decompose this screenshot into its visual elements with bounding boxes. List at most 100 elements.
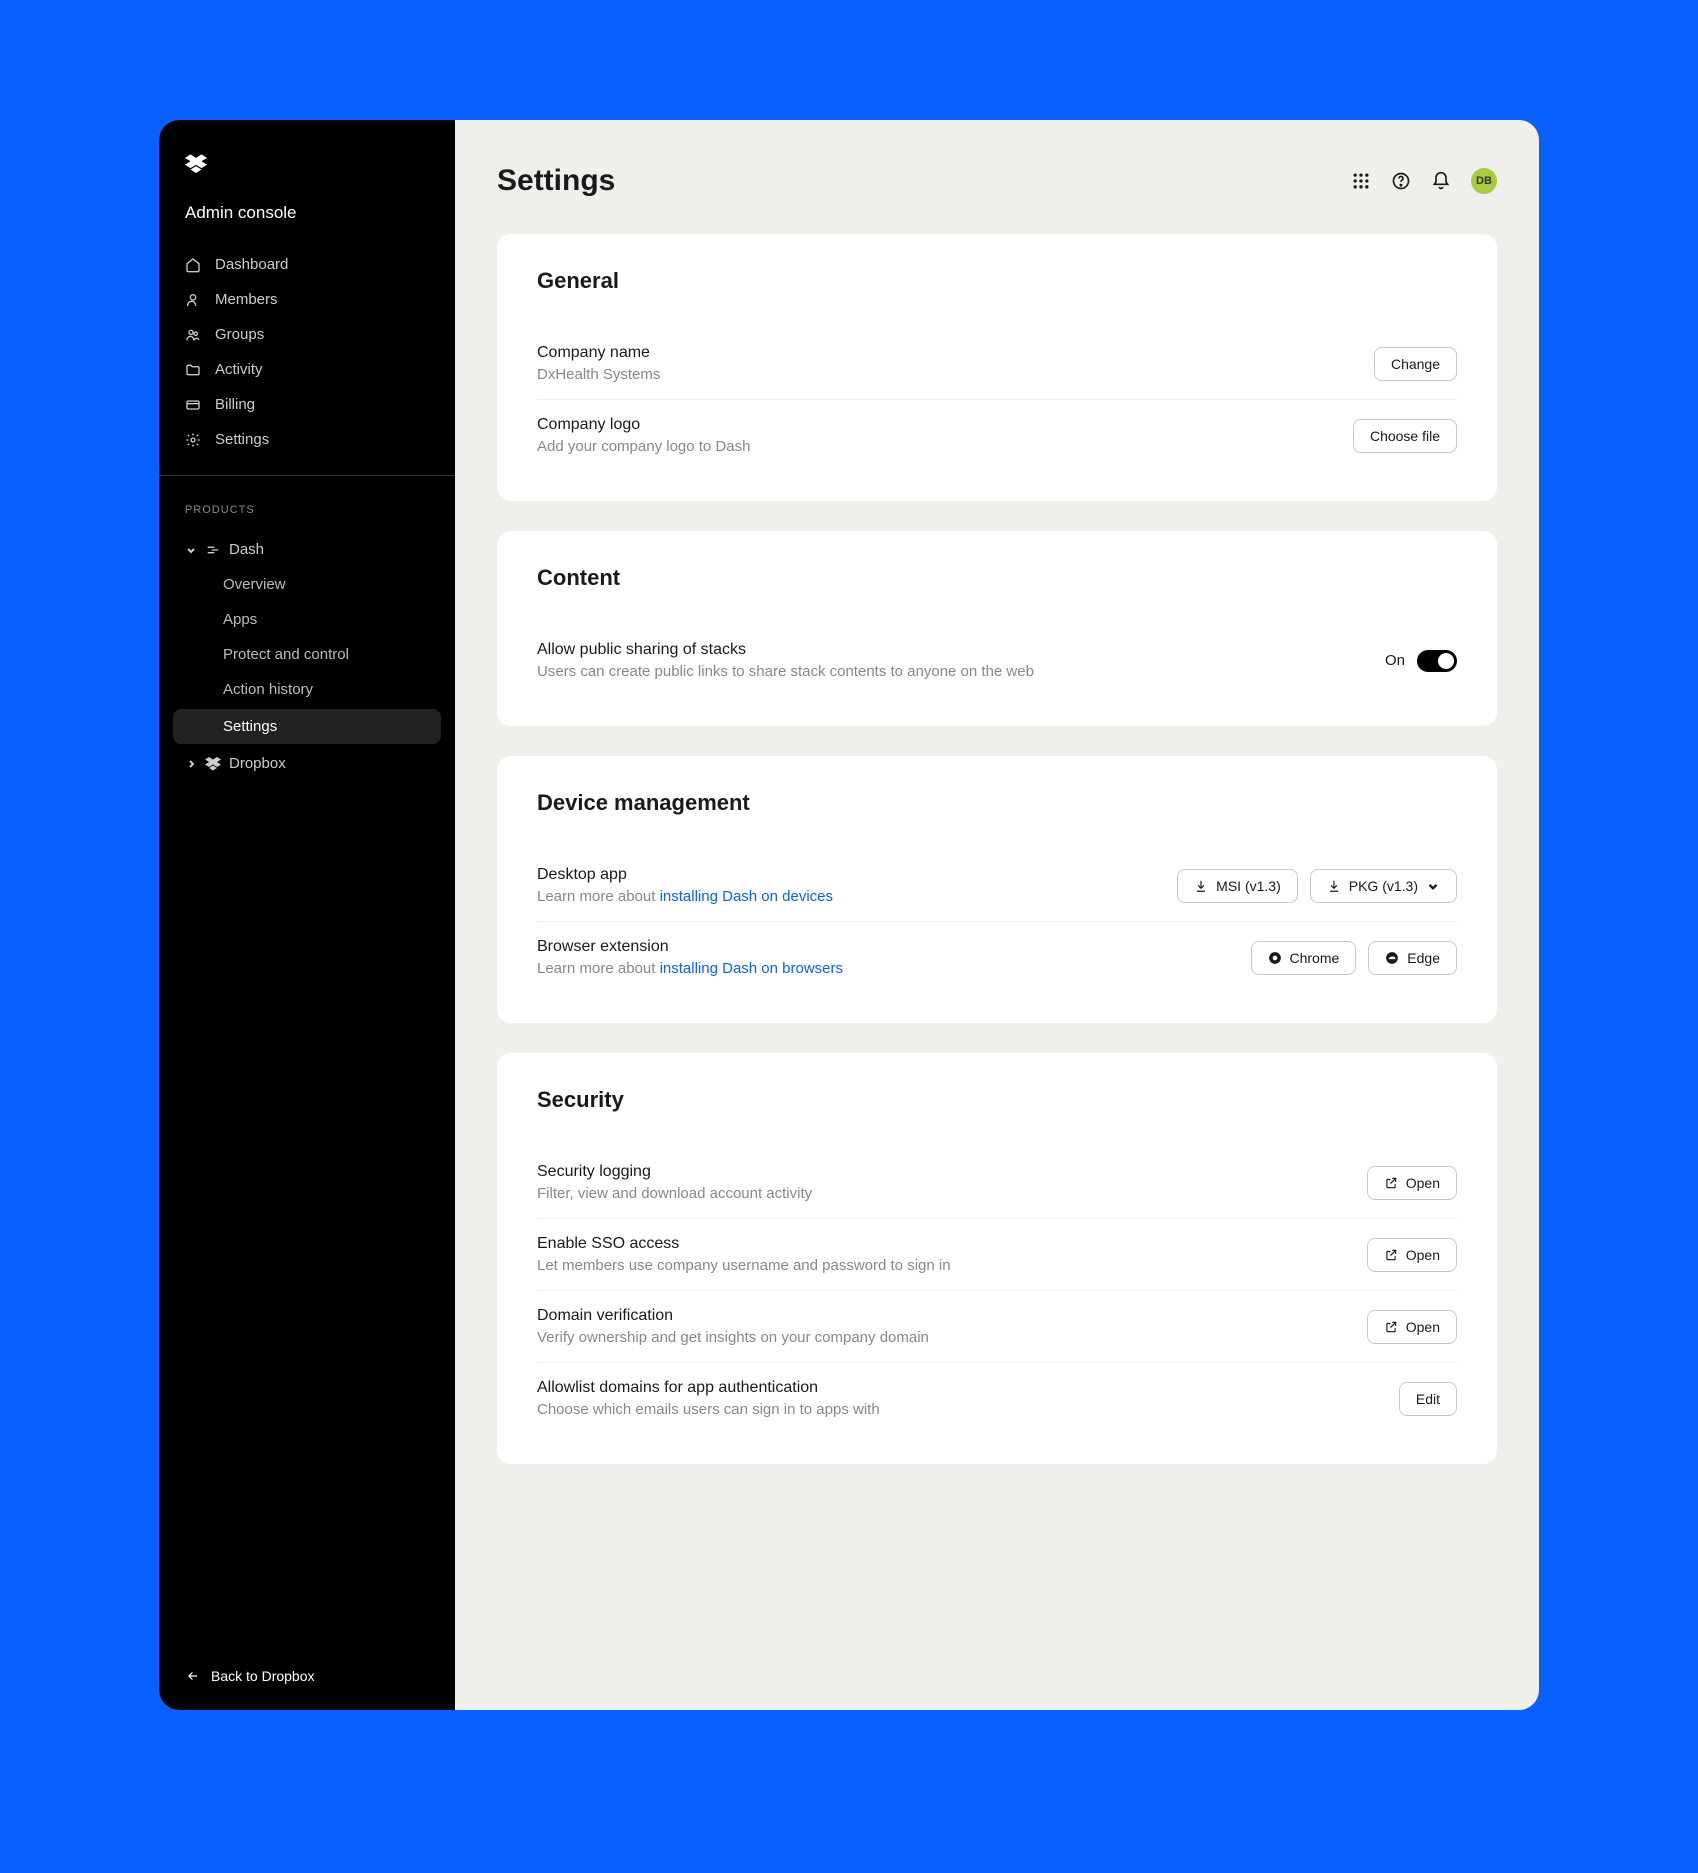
row-title: Desktop app <box>537 866 833 884</box>
chevron-down-icon <box>185 544 197 556</box>
btn-label: Chrome <box>1290 950 1340 966</box>
sidebar-item-settings[interactable]: Settings <box>159 422 455 457</box>
edit-allowlist-button[interactable]: Edit <box>1399 1382 1457 1416</box>
app-window: Admin console Dashboard Members Groups A… <box>159 120 1539 1710</box>
sidebar-item-dashboard[interactable]: Dashboard <box>159 247 455 282</box>
install-devices-link[interactable]: installing Dash on devices <box>660 888 833 905</box>
row-allowlist: Allowlist domains for app authentication… <box>537 1363 1457 1434</box>
download-pkg-button[interactable]: PKG (v1.3) <box>1310 869 1457 903</box>
topbar-actions: DB <box>1351 168 1497 194</box>
apps-grid-icon[interactable] <box>1351 171 1371 191</box>
row-desktop-app: Desktop app Learn more about installing … <box>537 850 1457 922</box>
desc-text: Learn more about <box>537 888 660 905</box>
row-desc: Filter, view and download account activi… <box>537 1185 812 1202</box>
sidebar-item-label: Dashboard <box>215 256 288 273</box>
row-desc: Learn more about installing Dash on brow… <box>537 960 843 977</box>
row-title: Enable SSO access <box>537 1235 951 1253</box>
sidebar-item-label: Members <box>215 291 278 308</box>
dash-sub-action-history[interactable]: Action history <box>159 672 455 707</box>
row-title: Company name <box>537 344 660 362</box>
sidebar-item-label: Activity <box>215 361 263 378</box>
external-icon <box>1384 1248 1398 1262</box>
card-heading: Device management <box>537 790 1457 816</box>
dropbox-icon <box>205 756 221 772</box>
products-heading: PRODUCTS <box>159 504 455 532</box>
chrome-button[interactable]: Chrome <box>1251 941 1357 975</box>
avatar[interactable]: DB <box>1471 168 1497 194</box>
topbar: Settings DB <box>455 120 1539 234</box>
back-to-dropbox[interactable]: Back to Dropbox <box>159 1668 455 1684</box>
gear-icon <box>185 432 201 448</box>
dash-sub-settings[interactable]: Settings <box>173 709 441 744</box>
row-public-sharing: Allow public sharing of stacks Users can… <box>537 625 1457 696</box>
download-icon <box>1194 879 1208 893</box>
row-security-logging: Security logging Filter, view and downlo… <box>537 1147 1457 1219</box>
row-browser-extension: Browser extension Learn more about insta… <box>537 922 1457 993</box>
row-title: Browser extension <box>537 938 843 956</box>
toggle-state-label: On <box>1385 652 1405 669</box>
choose-file-button[interactable]: Choose file <box>1353 419 1457 453</box>
dash-sub-protect[interactable]: Protect and control <box>159 637 455 672</box>
divider <box>159 475 455 476</box>
dropbox-logo-icon <box>159 154 455 189</box>
chevron-down-icon <box>1426 879 1440 893</box>
open-domain-button[interactable]: Open <box>1367 1310 1457 1344</box>
install-browsers-link[interactable]: installing Dash on browsers <box>660 960 843 977</box>
btn-label: Edge <box>1407 950 1440 966</box>
sidebar-item-label: Settings <box>215 431 269 448</box>
card-icon <box>185 397 201 413</box>
row-company-name: Company name DxHealth Systems Change <box>537 328 1457 400</box>
bell-icon[interactable] <box>1431 171 1451 191</box>
product-dash[interactable]: Dash <box>159 532 455 567</box>
content-area: General Company name DxHealth Systems Ch… <box>455 234 1539 1464</box>
external-icon <box>1384 1320 1398 1334</box>
change-button[interactable]: Change <box>1374 347 1457 381</box>
btn-label: MSI (v1.3) <box>1216 878 1281 894</box>
row-desc: Choose which emails users can sign in to… <box>537 1401 880 1418</box>
sidebar-item-label: Groups <box>215 326 264 343</box>
row-title: Domain verification <box>537 1307 929 1325</box>
dash-sub-apps[interactable]: Apps <box>159 602 455 637</box>
btn-label: PKG (v1.3) <box>1349 878 1418 894</box>
card-security: Security Security logging Filter, view a… <box>497 1053 1497 1464</box>
row-title: Allowlist domains for app authentication <box>537 1379 880 1397</box>
sidebar-item-groups[interactable]: Groups <box>159 317 455 352</box>
sidebar-item-billing[interactable]: Billing <box>159 387 455 422</box>
edge-button[interactable]: Edge <box>1368 941 1457 975</box>
main: Settings DB General Company name DxHealt… <box>455 120 1539 1710</box>
btn-label: Open <box>1406 1247 1440 1263</box>
download-icon <box>1327 879 1341 893</box>
card-heading: Content <box>537 565 1457 591</box>
dash-sub-overview[interactable]: Overview <box>159 567 455 602</box>
product-label: Dash <box>229 541 264 558</box>
card-content: Content Allow public sharing of stacks U… <box>497 531 1497 726</box>
row-desc: DxHealth Systems <box>537 366 660 383</box>
row-desc: Verify ownership and get insights on you… <box>537 1329 929 1346</box>
help-icon[interactable] <box>1391 171 1411 191</box>
chrome-icon <box>1268 951 1282 965</box>
sidebar-item-activity[interactable]: Activity <box>159 352 455 387</box>
back-label: Back to Dropbox <box>211 1668 315 1684</box>
sidebar-item-members[interactable]: Members <box>159 282 455 317</box>
arrow-left-icon <box>185 1669 201 1683</box>
sidebar-item-label: Billing <box>215 396 255 413</box>
btn-label: Open <box>1406 1175 1440 1191</box>
product-dropbox[interactable]: Dropbox <box>159 746 455 781</box>
person-icon <box>185 292 201 308</box>
row-sso: Enable SSO access Let members use compan… <box>537 1219 1457 1291</box>
row-company-logo: Company logo Add your company logo to Da… <box>537 400 1457 471</box>
product-label: Dropbox <box>229 755 286 772</box>
public-sharing-toggle[interactable] <box>1417 650 1457 672</box>
card-heading: General <box>537 268 1457 294</box>
download-msi-button[interactable]: MSI (v1.3) <box>1177 869 1298 903</box>
open-sso-button[interactable]: Open <box>1367 1238 1457 1272</box>
row-desc: Users can create public links to share s… <box>537 663 1034 680</box>
row-desc: Learn more about installing Dash on devi… <box>537 888 833 905</box>
edge-icon <box>1385 951 1399 965</box>
sidebar-title: Admin console <box>159 189 455 247</box>
row-title: Company logo <box>537 416 750 434</box>
row-domain-verification: Domain verification Verify ownership and… <box>537 1291 1457 1363</box>
open-logging-button[interactable]: Open <box>1367 1166 1457 1200</box>
desc-text: Learn more about <box>537 960 660 977</box>
row-desc: Add your company logo to Dash <box>537 438 750 455</box>
